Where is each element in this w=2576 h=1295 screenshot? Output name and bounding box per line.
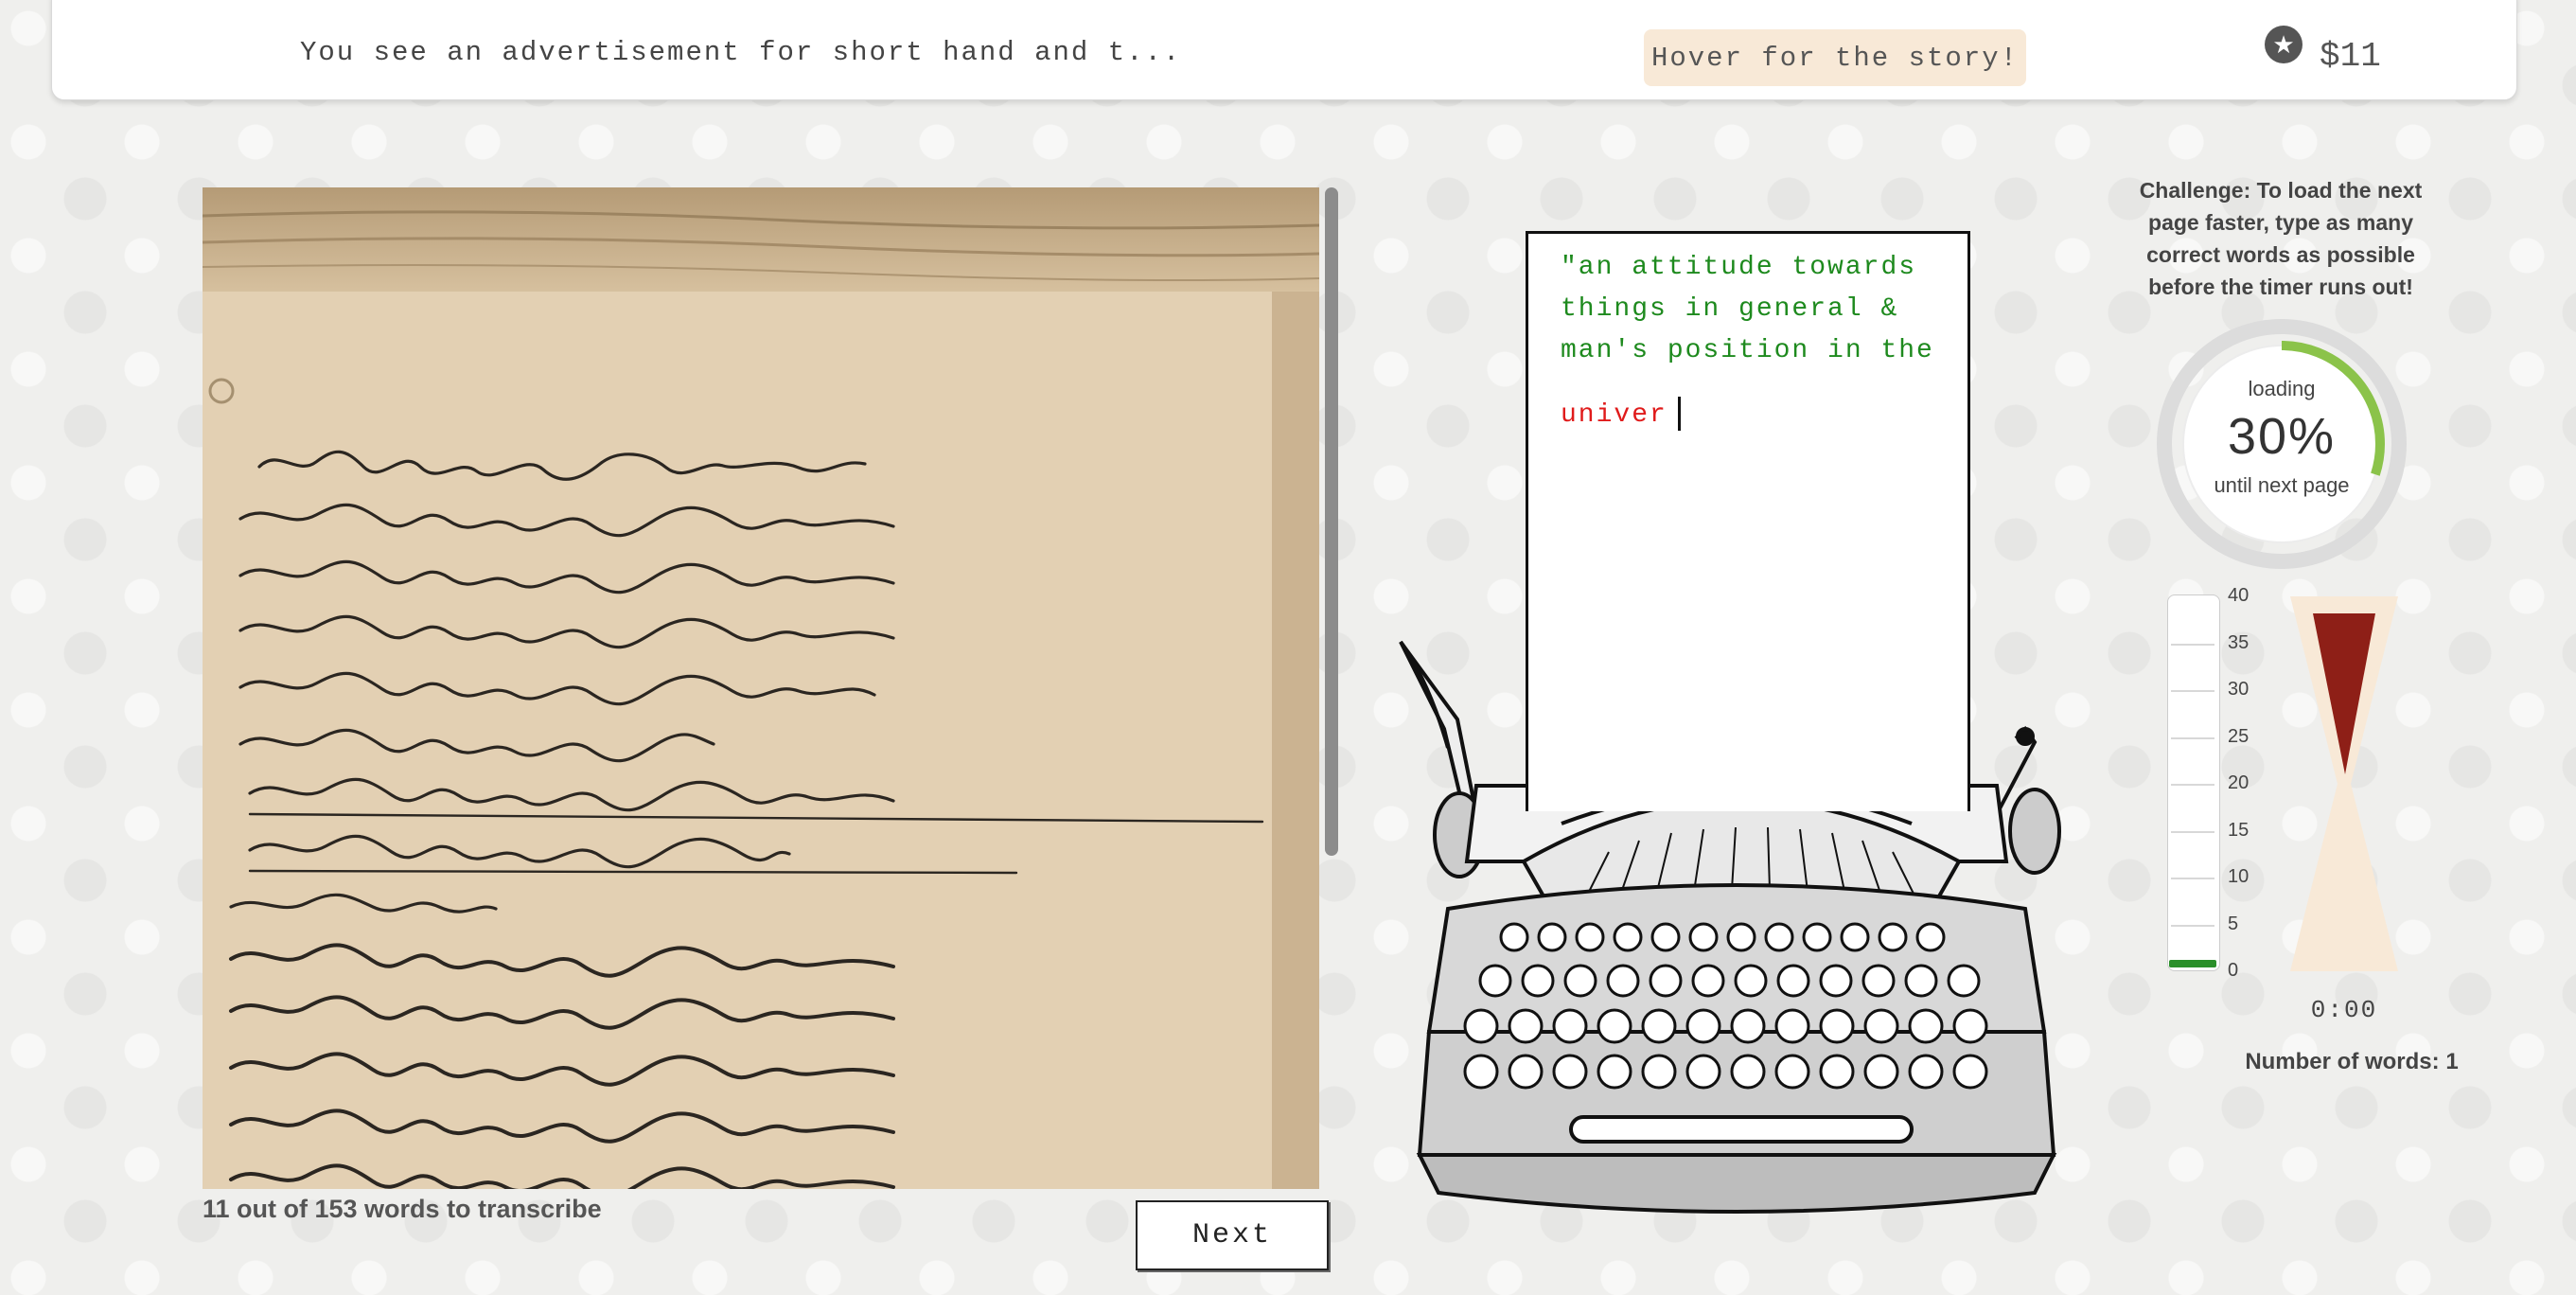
typed-line-1: "an attitude towards — [1561, 253, 1917, 282]
typed-line-3: man's position in the — [1561, 336, 1934, 365]
typed-line-2: things in general & — [1561, 294, 1899, 324]
meter-scale-label: 0 — [2228, 960, 2239, 981]
top-bar: You see an advertisement for short hand … — [51, 0, 2517, 100]
star-icon: ★ — [2265, 26, 2303, 63]
hover-story-button[interactable]: Hover for the story! — [1644, 29, 2026, 86]
word-meter — [2167, 594, 2220, 971]
meter-scale-label: 10 — [2228, 866, 2250, 887]
words-progress-label: 11 out of 153 words to transcribe — [203, 1195, 602, 1223]
challenge-text: Challenge: To load the next page faster,… — [2139, 178, 2423, 299]
meter-tick — [2171, 924, 2214, 927]
meter-scale-label: 35 — [2228, 631, 2250, 653]
gauge-until-label: until next page — [2214, 473, 2350, 497]
word-meter-fill — [2169, 960, 2216, 967]
meter-tick — [2171, 643, 2214, 646]
meter-tick — [2171, 830, 2214, 833]
word-count: Number of words: 1 — [2245, 1049, 2459, 1074]
meter-scale-label: 40 — [2228, 585, 2250, 606]
meter-tick — [2171, 736, 2214, 739]
meter-scale-label: 30 — [2228, 679, 2250, 700]
money-balance: $11 — [2320, 37, 2381, 76]
meter-tick — [2171, 878, 2214, 879]
manuscript-image — [203, 187, 1319, 1189]
manuscript-illustration — [203, 187, 1319, 1189]
meter-scale-label: 20 — [2228, 772, 2250, 793]
manuscript-scrollbar[interactable] — [1325, 187, 1338, 856]
meter-tick — [2171, 690, 2214, 692]
timer: 0:00 — [2310, 996, 2378, 1024]
story-snippet: You see an advertisement for short hand … — [300, 37, 1182, 68]
next-button[interactable]: Next — [1136, 1200, 1329, 1270]
meter-scale-label: 5 — [2228, 913, 2239, 934]
typewriter-paper[interactable]: "an attitude towards things in general &… — [1526, 231, 1970, 811]
gauge-loading-label: loading — [2248, 377, 2316, 400]
gauge-percent: 30% — [2227, 408, 2337, 465]
meter-scale-label: 15 — [2228, 819, 2250, 841]
text-cursor — [1678, 397, 1681, 431]
meter-tick — [2171, 784, 2214, 786]
meter-scale-label: 25 — [2228, 725, 2250, 747]
hourglass-icon — [2290, 596, 2398, 971]
current-word-input[interactable]: univer — [1561, 400, 1667, 430]
